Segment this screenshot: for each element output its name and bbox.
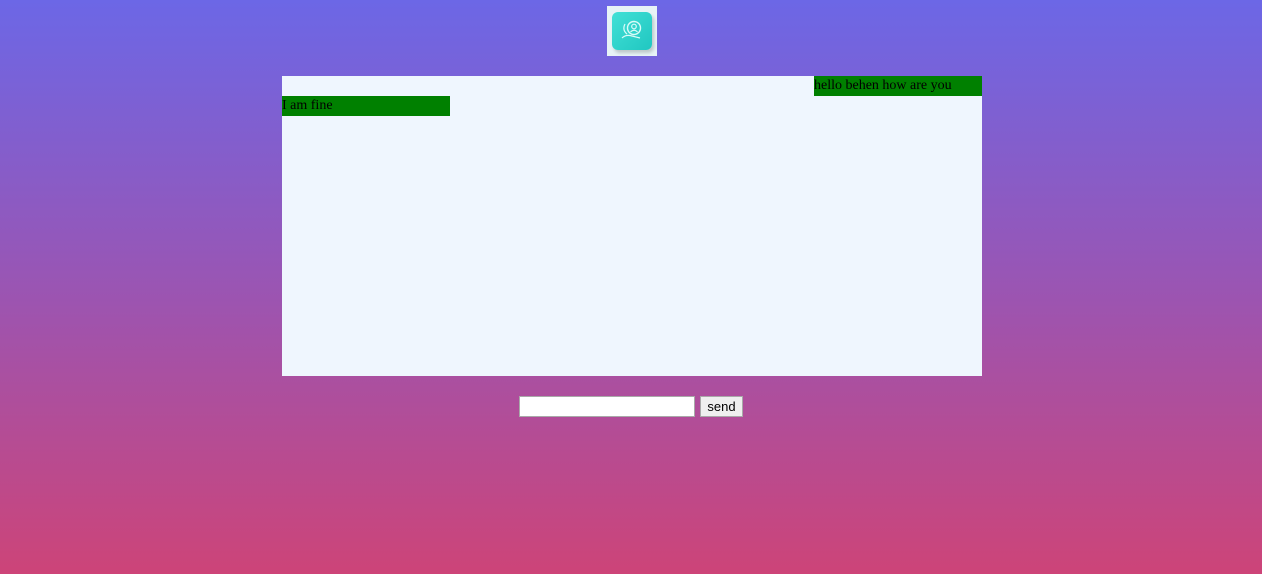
chat-people-icon xyxy=(612,12,652,50)
chat-message-sent: hello behen how are you xyxy=(814,76,982,96)
chat-message-received: I am fine xyxy=(282,96,450,116)
app-logo xyxy=(607,6,657,56)
message-composer: send xyxy=(519,396,743,417)
chat-messages-panel: hello behen how are you I am fine xyxy=(282,76,982,376)
message-input[interactable] xyxy=(519,396,695,417)
send-button[interactable]: send xyxy=(700,396,743,417)
